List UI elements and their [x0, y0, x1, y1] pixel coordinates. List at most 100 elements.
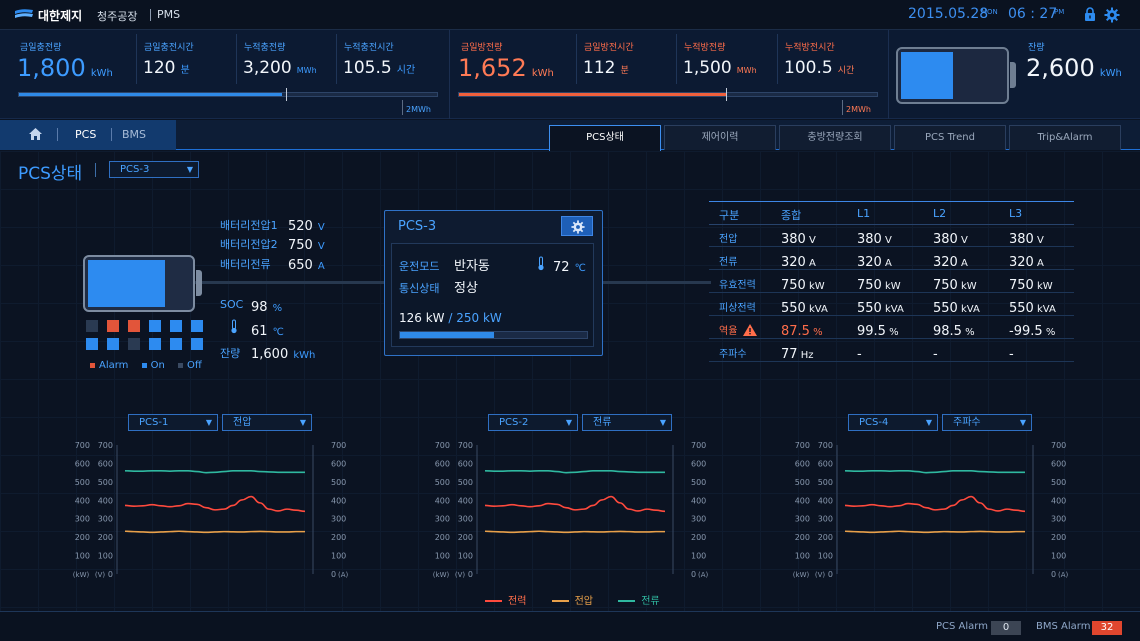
trend-chart: 0 0 100 100 100 200 200 200 300 300 300 400 400 400 50… — [73, 441, 349, 579]
tick-label: 700 — [435, 441, 450, 450]
pcs-power-bar — [399, 331, 588, 339]
nav-item-pcs[interactable]: PCS — [75, 128, 96, 141]
cell-value: 77 — [781, 347, 798, 362]
tab-charge-discharge-query[interactable]: 충방전량조회 — [779, 125, 891, 150]
right-axis-unit-a: (A) — [1058, 571, 1069, 579]
charge-today-unit: kWh — [90, 68, 113, 79]
chevron-down-icon: ▼ — [205, 418, 212, 427]
charge-progress-marker — [286, 88, 287, 101]
table-connector-line — [603, 281, 711, 284]
discharge-today-number: 1,652 — [458, 54, 527, 82]
tick-label: 400 — [331, 496, 346, 505]
cell-value: 380 — [933, 232, 958, 247]
pcs-alarm-count[interactable]: 0 — [991, 621, 1021, 635]
cell-unit: A — [805, 258, 816, 269]
pcs-card-title: PCS-3 — [398, 219, 437, 234]
tick-label: 400 — [98, 496, 113, 505]
tick-label: 400 — [795, 496, 810, 505]
battery-voltage1-unit: V — [317, 222, 325, 233]
summary-divider — [576, 34, 577, 84]
chart-measure-value: 주파수 — [953, 417, 981, 428]
right-axis-unit-a: (A) — [698, 571, 709, 579]
soc-number: 98 — [251, 300, 268, 315]
tick-label: 0 — [828, 570, 833, 579]
discharge-cum-unit: MWh — [736, 66, 757, 75]
settings-gear-icon[interactable] — [1104, 7, 1120, 23]
day-of-week: MON — [981, 8, 998, 16]
pcs-settings-button[interactable] — [561, 216, 593, 236]
discharge-scale-label: 2MWh — [846, 105, 871, 114]
chart-measure-selector[interactable]: 전압 ▼ — [222, 414, 312, 431]
tab-pcs-trend[interactable]: PCS Trend — [894, 125, 1006, 150]
soc-unit: % — [272, 303, 283, 314]
left-axis-unit-v: (V) — [95, 571, 106, 579]
table-cell: 320 A — [857, 251, 892, 270]
chart-measure-selector[interactable]: 주파수 ▼ — [942, 414, 1032, 431]
tick-label: 300 — [98, 515, 113, 524]
tab-trip-alarm[interactable]: Trip&Alarm — [1009, 125, 1121, 150]
row-label: 주파수 — [719, 349, 747, 360]
alarm-legend-label: Alarm — [99, 360, 129, 371]
table-cell: 380 V — [1009, 228, 1044, 247]
cell-unit: kW — [957, 281, 977, 292]
row-label: 역율 — [719, 326, 738, 337]
off-legend-label: Off — [187, 360, 202, 371]
tab-pcs-status[interactable]: PCS상태 — [549, 125, 661, 151]
pcs-temp-value: 72 ℃ — [553, 256, 586, 275]
table-cell: 750 kW — [933, 274, 977, 293]
tick-label: 500 — [331, 478, 346, 487]
pcs-selector[interactable]: PCS-3 ▼ — [109, 161, 199, 178]
charge-today-number: 1,800 — [17, 54, 86, 82]
nav-item-bms[interactable]: BMS — [122, 128, 146, 141]
cell-value: 550 — [933, 301, 958, 316]
gear-icon — [571, 220, 585, 234]
tick-label: 500 — [75, 478, 90, 487]
cell-value: 550 — [1009, 301, 1034, 316]
chart-device-selector[interactable]: PCS-2 ▼ — [488, 414, 578, 431]
tick-label: 600 — [818, 459, 833, 468]
lock-icon[interactable] — [1084, 7, 1096, 22]
summary-divider — [777, 34, 778, 84]
battery-voltage2-label: 배터리전압2 — [220, 238, 278, 251]
tick-label: 700 — [691, 441, 706, 450]
chart-device-selector[interactable]: PCS-4 ▼ — [848, 414, 938, 431]
chart-device-selector[interactable]: PCS-1 ▼ — [128, 414, 218, 431]
battery-temp-number: 61 — [251, 324, 268, 339]
bms-alarm-label: BMS Alarm — [1036, 621, 1091, 632]
table-cell: 750 kW — [1009, 274, 1053, 293]
charge-cumtime-number: 105.5 — [343, 58, 392, 78]
tick-label: 700 — [98, 441, 113, 450]
tick-label: 700 — [331, 441, 346, 450]
bms-alarm-count[interactable]: 32 — [1092, 621, 1122, 635]
remain-value: 2,600 kWh — [1026, 54, 1122, 82]
cell-unit: kVA — [805, 304, 828, 315]
series-line-2 — [484, 470, 665, 474]
cell-value: 87.5 — [781, 324, 810, 339]
chevron-down-icon: ▼ — [299, 418, 306, 427]
tab-control-history[interactable]: 제어이력 — [664, 125, 776, 150]
nav-divider — [57, 128, 58, 141]
battery-voltage1-label: 배터리전압1 — [220, 219, 278, 232]
comm-status-value: 정상 — [454, 281, 478, 296]
tick-label: 100 — [795, 552, 810, 561]
table-cell: 750 kW — [857, 274, 901, 293]
tick-label: 500 — [691, 478, 706, 487]
battery-cell-on — [149, 338, 161, 350]
tick-label: 700 — [75, 441, 90, 450]
summary-divider — [676, 34, 677, 84]
chart-device-value: PCS-4 — [859, 417, 889, 428]
pcs-measure-table: 구분 종합 L1 L2 L3 전압 380 V 380 V 380 V 380 V 전류 320 A3… — [709, 201, 1074, 366]
charge-time-label: 금일충전시간 — [144, 43, 194, 53]
pcs-selector-value: PCS-3 — [120, 164, 150, 175]
discharge-time-value: 112 분 — [583, 58, 629, 78]
tick-label: 100 — [331, 552, 346, 561]
series-line-1 — [844, 530, 1025, 534]
battery-cell-on — [170, 320, 182, 332]
remain-battery-terminal — [1010, 62, 1016, 88]
home-icon[interactable] — [28, 127, 43, 141]
pcs-power-current: 126 kW — [399, 311, 445, 325]
cell-value: 320 — [1009, 255, 1034, 270]
soc-label: SOC — [220, 298, 244, 311]
chart-measure-selector[interactable]: 전류 ▼ — [582, 414, 672, 431]
tick-label: 600 — [435, 459, 450, 468]
